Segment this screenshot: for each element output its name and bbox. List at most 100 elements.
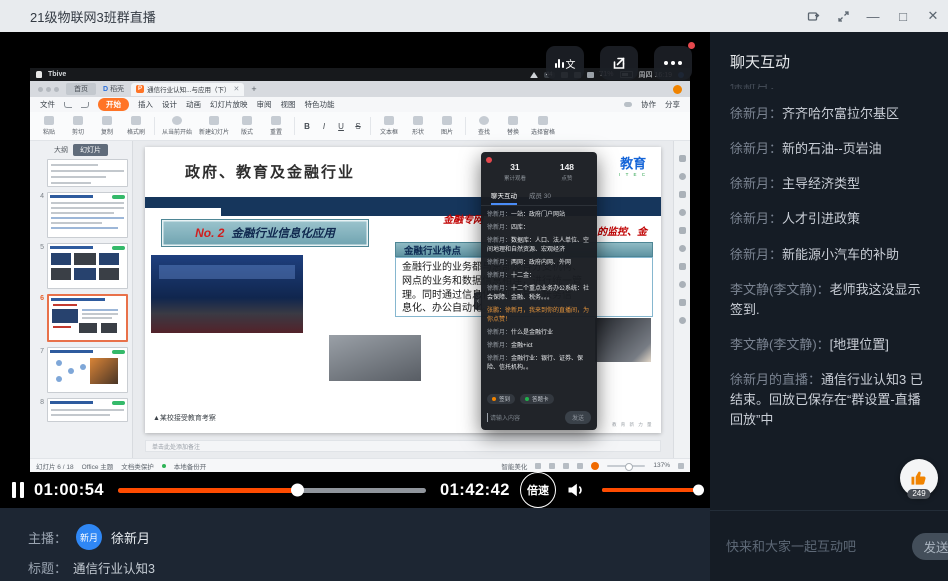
volume-fill bbox=[602, 488, 698, 492]
stream-info-footer: 主播： 新月 徐新月 标题： 通信行业认知3 bbox=[0, 508, 710, 581]
send-button[interactable]: 发送 bbox=[912, 533, 948, 560]
voice-translate-icon bbox=[555, 59, 564, 68]
popup-message: 徐新月：一站：政府门户网站 bbox=[487, 211, 591, 220]
shapes-tool: 形状 bbox=[407, 116, 429, 136]
wps-user-avatar bbox=[673, 85, 682, 94]
player-controls: 01:00:54 01:42:42 倍速 bbox=[0, 472, 710, 508]
play-from-current-tool: 从当前开始 bbox=[162, 116, 192, 136]
popup-collapse-handle: ‹ bbox=[474, 292, 482, 310]
wps-side-icon bbox=[679, 281, 686, 288]
minimize-button[interactable]: — bbox=[858, 0, 888, 32]
wps-side-icon bbox=[679, 263, 686, 270]
streamer-chat-popup: 31 累计观看 148 点赞 聊天互动 成员 30 bbox=[481, 152, 597, 430]
tab-close-icon: ✕ bbox=[233, 85, 239, 93]
video-surface-screen-share: Tbive 44 71% 周四 16:19 bbox=[30, 68, 690, 472]
wps-side-icon bbox=[679, 155, 686, 162]
anchor-name: 徐新月 bbox=[111, 528, 150, 547]
share-button[interactable] bbox=[600, 46, 638, 80]
mac-tray-icon bbox=[530, 72, 538, 78]
wps-side-icon bbox=[679, 317, 686, 324]
voice-translate-button[interactable]: 文 bbox=[546, 46, 584, 80]
maximize-button[interactable]: □ bbox=[888, 0, 918, 32]
selection-pane-tool: 选择窗格 bbox=[531, 116, 555, 136]
menu-view: 视图 bbox=[281, 99, 296, 110]
cut-tool: 剪切 bbox=[67, 116, 89, 136]
menu-slideshow: 幻灯片放映 bbox=[210, 99, 248, 110]
slide-photo-conference bbox=[151, 255, 303, 333]
popup-send-button: 发送 bbox=[565, 411, 591, 424]
video-area[interactable]: Tbive 44 71% 周四 16:19 bbox=[0, 32, 710, 508]
beautify-badge bbox=[112, 350, 125, 354]
answer-card-button: 答题卡 bbox=[520, 394, 554, 404]
wps-tab-docer: D稻壳 bbox=[103, 84, 124, 94]
chat-message: 李文静(李文静)：老师我这没显示签到. bbox=[730, 280, 928, 320]
popup-message: 徐新月：四库： bbox=[487, 224, 591, 233]
more-button[interactable] bbox=[654, 46, 692, 80]
live-window: 21级物联网3班群直播 — □ ✕ Tbive bbox=[0, 0, 948, 581]
wps-side-icon bbox=[679, 209, 686, 216]
chat-input[interactable] bbox=[724, 538, 904, 555]
sign-in-dot-icon bbox=[492, 397, 496, 401]
progress-bar[interactable] bbox=[118, 488, 426, 493]
wps-ribbon-menu: 文件 开始 插入 设计 动画 幻灯片放映 审阅 视图 特色功能 协作 bbox=[30, 97, 690, 112]
ppt-file-icon: P bbox=[136, 85, 144, 93]
textbox-tool: 文本框 bbox=[378, 116, 400, 136]
status-theme: Office 主题 bbox=[82, 461, 114, 471]
popup-message: 徐新月：十二金： bbox=[487, 272, 591, 281]
slide-red-fragment: 的监控、金 bbox=[597, 223, 647, 238]
slide-title: 政府、教育及金融行业 bbox=[185, 161, 355, 182]
menu-special: 特色功能 bbox=[305, 99, 335, 110]
backup-dot-icon bbox=[162, 464, 166, 468]
window-titlebar: 21级物联网3班群直播 — □ ✕ bbox=[0, 0, 948, 32]
slide-thumb-3 bbox=[30, 159, 132, 192]
zoom-slider bbox=[607, 465, 645, 467]
popout-icon[interactable] bbox=[798, 0, 828, 32]
pause-button[interactable] bbox=[12, 482, 24, 498]
status-backup: 本地备份开 bbox=[174, 461, 207, 471]
view-normal-icon bbox=[535, 463, 541, 469]
slide-no2-banner: No. 2 金融行业信息化应用 bbox=[161, 219, 369, 247]
wps-tab-home: 首页 bbox=[66, 83, 96, 95]
close-button[interactable]: ✕ bbox=[918, 0, 948, 32]
menu-review: 审阅 bbox=[257, 99, 272, 110]
beautify-badge bbox=[112, 401, 125, 405]
popup-tab-chat: 聊天互动 bbox=[491, 190, 517, 205]
like-button[interactable]: 249 bbox=[900, 459, 938, 497]
wps-side-icon bbox=[679, 245, 686, 252]
slide-thumb-6-current: 6 bbox=[30, 294, 132, 347]
fullscreen-icon[interactable] bbox=[828, 0, 858, 32]
popup-message: 徐新月：数据库：人口、法人单位、空间地理和自然资源、宏观经济 bbox=[487, 237, 591, 255]
chat-message: 徐新月：新的石油--页岩油 bbox=[730, 139, 928, 159]
chat-message: 李文静(李文静)：[地理位置] bbox=[730, 335, 928, 355]
panel-tab-slides: 幻灯片 bbox=[73, 144, 108, 156]
fit-slide-icon bbox=[678, 463, 684, 469]
wps-tab-bar: 首页 D稻壳 P 通信行业认知...与应用（下） ✕ + bbox=[30, 81, 690, 97]
chat-header: 聊天互动 bbox=[710, 32, 948, 84]
volume-bar[interactable] bbox=[602, 488, 698, 492]
popup-stat-likes: 148 点赞 bbox=[560, 162, 574, 182]
slide-photo-caption: ▲某校接受教育考察 bbox=[153, 413, 216, 423]
menu-animation: 动画 bbox=[186, 99, 201, 110]
reset-tool: 重置 bbox=[265, 116, 287, 136]
wps-toolbar: 粘贴 剪切 复制 格式刷 从当前开始 新建幻灯片 版式 重置 B I U S bbox=[30, 112, 690, 141]
underline-tool: U bbox=[336, 122, 346, 131]
chat-message-list[interactable]: 徐新月： 徐新月：齐齐哈尔富拉尔基区 徐新月：新的石油--页岩油 徐新月：主导经… bbox=[710, 84, 948, 510]
chat-message: 徐新月： bbox=[730, 84, 928, 89]
status-zoom-level: 137% bbox=[653, 462, 670, 469]
chat-message: 徐新月：人才引进政策 bbox=[730, 209, 928, 229]
anchor-avatar[interactable]: 新月 bbox=[76, 524, 102, 550]
picture-tool: 图片 bbox=[436, 116, 458, 136]
popup-tab-members: 成员 30 bbox=[529, 190, 551, 205]
playback-speed-button[interactable]: 倍速 bbox=[520, 472, 556, 508]
answer-card-dot-icon bbox=[525, 397, 529, 401]
find-tool: 查找 bbox=[473, 116, 495, 136]
volume-button[interactable] bbox=[566, 480, 586, 500]
window-title: 21级物联网3班群直播 bbox=[30, 7, 156, 26]
speaker-icon bbox=[566, 480, 586, 500]
chat-input-area: 发送 bbox=[710, 510, 948, 581]
slide-thumb-4: 4 bbox=[30, 192, 132, 243]
italic-tool: I bbox=[319, 122, 329, 131]
chat-panel: 聊天互动 徐新月： 徐新月：齐齐哈尔富拉尔基区 徐新月：新的石油--页岩油 徐新… bbox=[710, 32, 948, 581]
popup-message: 徐新月：金融+ict bbox=[487, 342, 591, 351]
wps-side-icon bbox=[679, 299, 686, 306]
